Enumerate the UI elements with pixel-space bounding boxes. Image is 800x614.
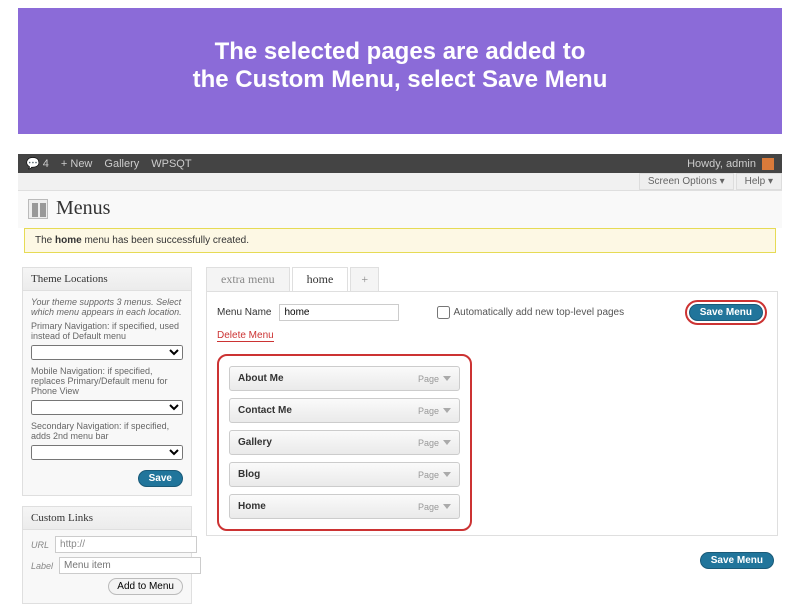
screen-meta: Screen Options ▾ Help ▾ (18, 173, 782, 191)
banner-line-1: The selected pages are added to (58, 38, 742, 66)
menus-icon (28, 199, 48, 219)
menu-items-highlight: About MePage Contact MePage GalleryPage … (217, 354, 472, 531)
menu-item-title: Home (238, 501, 266, 512)
primary-nav-select[interactable] (31, 345, 183, 360)
save-menu-highlight: Save Menu (685, 300, 767, 325)
menu-item[interactable]: Gallery Page (229, 430, 460, 455)
mobile-nav-label: Mobile Navigation: if specified, replace… (31, 366, 183, 396)
delete-menu-link[interactable]: Delete Menu (217, 330, 274, 342)
tab-add-menu[interactable]: + (350, 267, 379, 291)
menu-item-type[interactable]: Page (418, 470, 451, 480)
menu-edit-panel: Menu Name Automatically add new top-leve… (206, 291, 778, 536)
menu-name-label: Menu Name (217, 307, 271, 318)
chevron-down-icon (443, 504, 451, 509)
custom-links-box: Custom Links URL Label Add to Menu (22, 506, 192, 604)
adminbar-wpsqt[interactable]: WPSQT (151, 158, 191, 170)
custom-links-title: Custom Links (23, 507, 191, 530)
menu-item-title: Contact Me (238, 405, 292, 416)
theme-locations-title: Theme Locations (23, 268, 191, 291)
instruction-banner: The selected pages are added to the Cust… (18, 8, 782, 134)
secondary-nav-label: Secondary Navigation: if specified, adds… (31, 421, 183, 441)
adminbar-howdy[interactable]: Howdy, admin (687, 158, 756, 170)
menu-item-title: Blog (238, 469, 260, 480)
menu-item[interactable]: Home Page (229, 494, 460, 519)
avatar[interactable] (762, 158, 774, 170)
tab-home[interactable]: home (292, 267, 349, 291)
success-notice: The home menu has been successfully crea… (24, 228, 776, 253)
wp-admin: 💬 4 + New Gallery WPSQT Howdy, admin Scr… (18, 154, 782, 614)
menu-item[interactable]: Blog Page (229, 462, 460, 487)
url-label: URL (31, 540, 49, 550)
save-locations-button[interactable]: Save (138, 470, 183, 487)
banner-line-2: the Custom Menu, select Save Menu (58, 66, 742, 94)
add-to-menu-button[interactable]: Add to Menu (108, 578, 183, 595)
menu-tabs: extra menu home + (206, 267, 778, 291)
menu-item[interactable]: About Me Page (229, 366, 460, 391)
menu-content: extra menu home + Menu Name Automaticall… (206, 267, 778, 614)
adminbar-new[interactable]: + New (61, 158, 93, 170)
mobile-nav-select[interactable] (31, 400, 183, 415)
menu-item-type[interactable]: Page (418, 406, 451, 416)
save-menu-button-top[interactable]: Save Menu (689, 304, 763, 321)
chevron-down-icon (443, 472, 451, 477)
admin-bar: 💬 4 + New Gallery WPSQT Howdy, admin (18, 154, 782, 173)
page-title: Menus (56, 197, 110, 220)
link-label-input[interactable] (59, 557, 201, 574)
menu-item-type[interactable]: Page (418, 374, 451, 384)
tab-extra-menu[interactable]: extra menu (206, 267, 290, 291)
page-header: Menus (18, 191, 782, 228)
chevron-down-icon (443, 440, 451, 445)
url-input[interactable] (55, 536, 197, 553)
screen-options-tab[interactable]: Screen Options ▾ (639, 173, 734, 190)
secondary-nav-select[interactable] (31, 445, 183, 460)
help-tab[interactable]: Help ▾ (736, 173, 782, 190)
chevron-down-icon (443, 408, 451, 413)
sidebar: Theme Locations Your theme supports 3 me… (22, 267, 192, 614)
menu-name-input[interactable] (279, 304, 399, 321)
save-menu-button-bottom[interactable]: Save Menu (700, 552, 774, 569)
menu-item-title: About Me (238, 373, 284, 384)
adminbar-gallery[interactable]: Gallery (104, 158, 139, 170)
theme-locations-intro: Your theme supports 3 menus. Select whic… (31, 297, 183, 317)
auto-add-checkbox[interactable] (437, 306, 450, 319)
theme-locations-box: Theme Locations Your theme supports 3 me… (22, 267, 192, 496)
menu-item[interactable]: Contact Me Page (229, 398, 460, 423)
chevron-down-icon (443, 376, 451, 381)
primary-nav-label: Primary Navigation: if specified, used i… (31, 321, 183, 341)
menu-item-type[interactable]: Page (418, 438, 451, 448)
auto-add-label: Automatically add new top-level pages (453, 307, 624, 318)
menu-item-type[interactable]: Page (418, 502, 451, 512)
link-label-label: Label (31, 561, 53, 571)
adminbar-comments[interactable]: 💬 4 (26, 157, 49, 170)
menu-item-title: Gallery (238, 437, 272, 448)
